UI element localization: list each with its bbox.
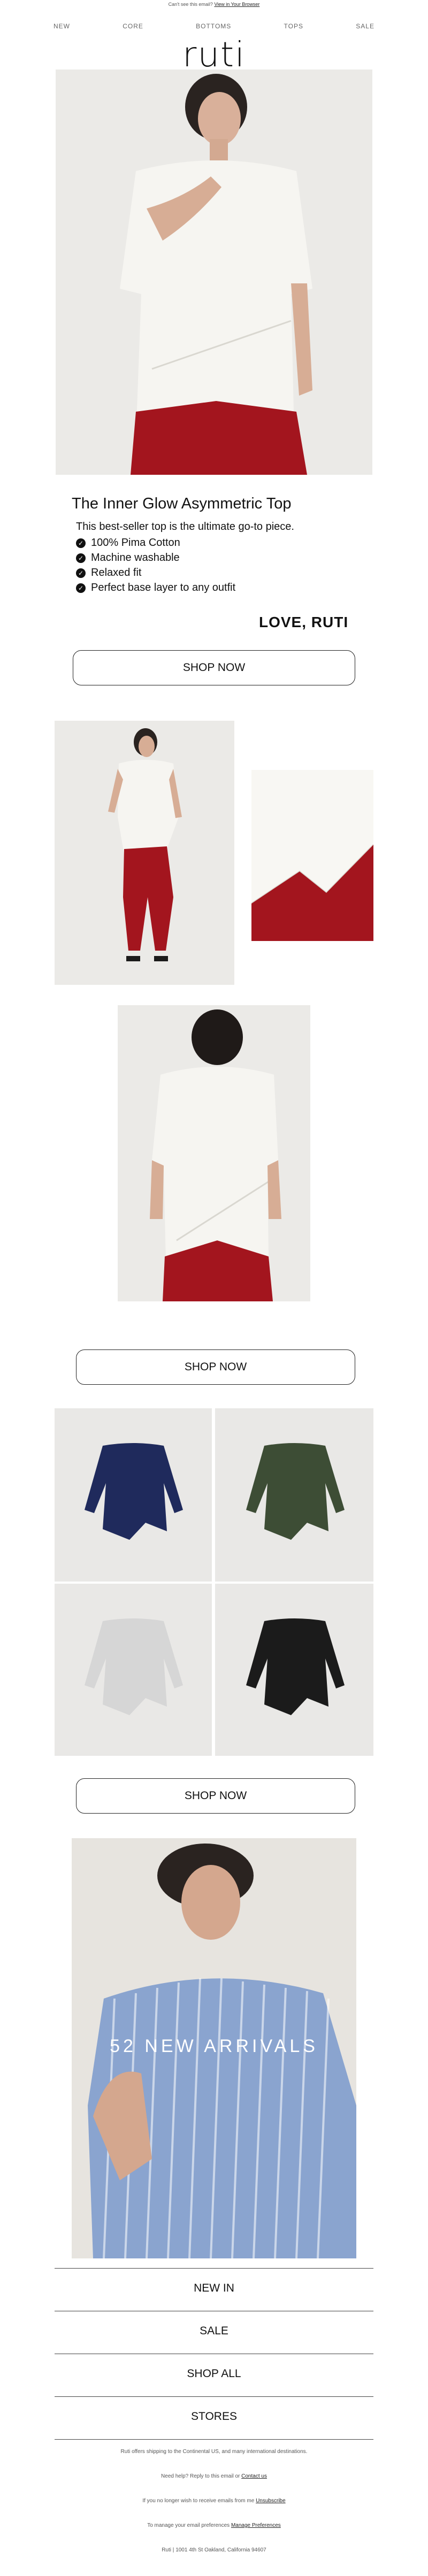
feature-item: ✓ 100% Pima Cotton <box>76 537 180 549</box>
feature-item: ✓ Relaxed fit <box>76 567 142 579</box>
manage-preferences-link[interactable]: Manage Preferences <box>231 2523 281 2528</box>
divider <box>55 2439 373 2440</box>
feature-item: ✓ Perfect base layer to any outfit <box>76 582 235 594</box>
check-icon: ✓ <box>76 568 86 578</box>
model-full-front-image[interactable] <box>55 721 234 985</box>
nav-new[interactable]: NEW <box>54 22 70 30</box>
check-icon: ✓ <box>76 553 86 563</box>
preheader-text: Can't see this email? <box>168 2 213 7</box>
company-address: Ruti | 1001 4th St Oakland, California 9… <box>162 2547 266 2553</box>
shop-now-button-3[interactable]: SHOP NOW <box>76 1778 355 1814</box>
help-line: Need help? Reply to this email or Contac… <box>161 2473 267 2479</box>
divider <box>55 2268 373 2269</box>
product-light-grey-image[interactable] <box>55 1584 212 1756</box>
check-icon: ✓ <box>76 583 86 593</box>
new-arrivals-text: 52 NEW ARRIVALS <box>110 2036 318 2056</box>
shop-now-button-2[interactable]: SHOP NOW <box>76 1349 355 1385</box>
unsubscribe-line: If you no longer wish to receive emails … <box>142 2498 286 2504</box>
view-in-browser-link[interactable]: View in Your Browser <box>214 2 259 7</box>
product-navy-image[interactable] <box>55 1408 212 1582</box>
preheader: Can't see this email? View in Your Brows… <box>0 2 428 7</box>
contact-us-link[interactable]: Contact us <box>241 2473 267 2479</box>
top-nav: NEW CORE BOTTOMS TOPS SALE <box>54 22 374 30</box>
check-icon: ✓ <box>76 538 86 548</box>
footer-link-new-in[interactable]: NEW IN <box>55 2282 373 2295</box>
signoff: LOVE, RUTI <box>259 614 349 630</box>
footer-link-sale[interactable]: SALE <box>55 2325 373 2338</box>
product-olive-image[interactable] <box>215 1408 373 1582</box>
brand-logo[interactable]: ruti <box>0 36 428 74</box>
shipping-note: Ruti offers shipping to the Continental … <box>120 2449 308 2455</box>
nav-core[interactable]: CORE <box>123 22 143 30</box>
footer-link-shop-all[interactable]: SHOP ALL <box>55 2367 373 2380</box>
nav-bottoms[interactable]: BOTTOMS <box>196 22 231 30</box>
nav-sale[interactable]: SALE <box>356 22 374 30</box>
footer-link-stores[interactable]: STORES <box>55 2410 373 2423</box>
preferences-line: To manage your email preferences Manage … <box>147 2523 281 2528</box>
product-title: The Inner Glow Asymmetric Top <box>72 495 292 512</box>
product-intro: This best-seller top is the ultimate go-… <box>76 521 294 533</box>
hero-model-image[interactable] <box>56 70 372 475</box>
model-back-view-image[interactable] <box>118 1005 310 1301</box>
unsubscribe-link[interactable]: Unsubscribe <box>256 2498 286 2504</box>
feature-item: ✓ Machine washable <box>76 552 180 564</box>
shop-now-button[interactable]: SHOP NOW <box>73 650 355 685</box>
nav-tops[interactable]: TOPS <box>284 22 303 30</box>
divider <box>55 2396 373 2397</box>
product-black-image[interactable] <box>215 1584 373 1756</box>
fabric-detail-image[interactable] <box>251 770 373 941</box>
